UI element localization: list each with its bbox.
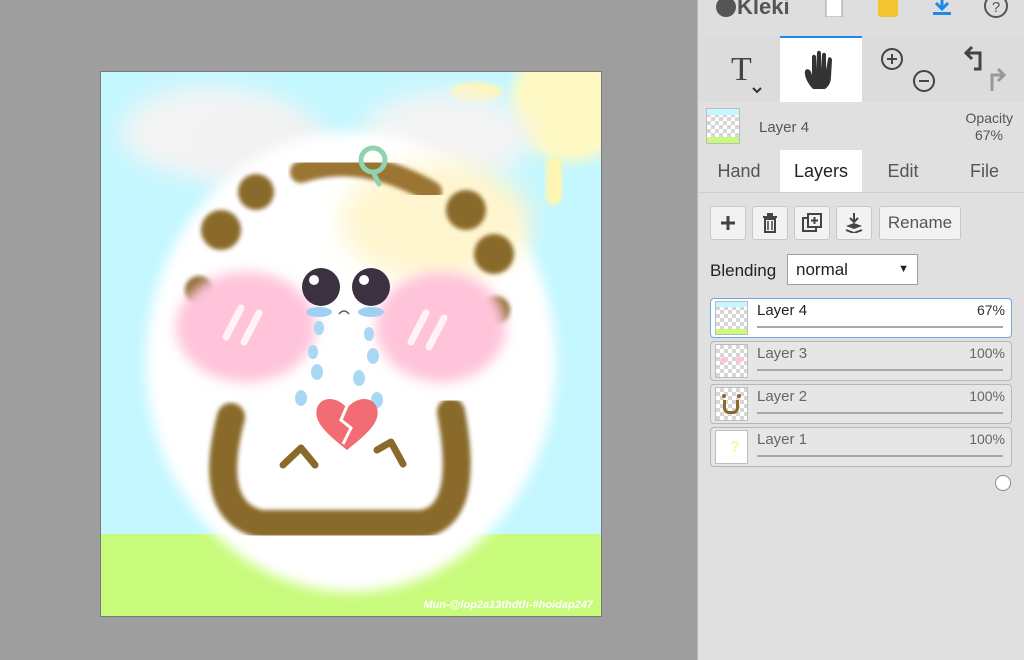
tab-edit[interactable]: Edit: [862, 150, 944, 192]
help-icon: ?: [984, 0, 1008, 18]
layer-name: Layer 1: [757, 431, 808, 448]
signature-text: Mun-@lop2a13thdth-#hoidap247: [423, 599, 593, 611]
tools-row: T: [698, 36, 1024, 102]
opacity-value: 67%: [974, 127, 1003, 143]
undo-redo-group: [963, 45, 1006, 91]
layer-opacity: 100%: [969, 431, 1005, 447]
layer-name: Layer 3: [757, 345, 808, 362]
layer-opacity: 67%: [976, 302, 1005, 318]
undo-icon[interactable]: [963, 45, 981, 71]
duplicate-layer-button[interactable]: [794, 206, 830, 240]
save-button[interactable]: [928, 0, 956, 20]
delete-layer-button[interactable]: [752, 206, 788, 240]
download-icon: [933, 0, 951, 15]
drawing-canvas[interactable]: Mun-@lop2a13thdth-#hoidap247: [100, 71, 602, 617]
new-image-icon: [825, 0, 843, 17]
layer-opacity-slider[interactable]: [757, 455, 1011, 491]
layer-row-2[interactable]: Layer 2 100%: [710, 384, 1012, 448]
layer-row-4[interactable]: Layer 4 67%: [710, 298, 1012, 362]
blending-label: Blending: [710, 261, 777, 280]
kleki-logo-icon: [716, 0, 736, 17]
open-button[interactable]: [874, 0, 902, 20]
layer-opacity-slider[interactable]: [757, 412, 1011, 448]
hand-tool-icon: [804, 50, 832, 89]
trash-icon: [763, 213, 777, 233]
tab-file[interactable]: File: [944, 150, 1024, 192]
zoom-buttons: [862, 36, 944, 102]
rename-layer-button[interactable]: Rename: [879, 206, 961, 240]
undo-redo-buttons: [944, 36, 1024, 102]
top-bar: Kleki ?: [698, 0, 1024, 37]
opacity-label: Opacity: [965, 110, 1013, 126]
new-image-button[interactable]: [820, 0, 848, 20]
layer-row-1[interactable]: ? Layer 1 100%: [710, 427, 1012, 491]
panel-tabs: Hand Layers Edit File: [698, 150, 1024, 193]
add-layer-button[interactable]: [710, 206, 746, 240]
merge-down-button[interactable]: [836, 206, 872, 240]
layer-opacity: 100%: [969, 388, 1005, 404]
app-logo: Kleki: [716, 0, 790, 20]
plus-icon: [721, 216, 735, 230]
zoom-out-icon[interactable]: [913, 70, 935, 92]
zoom-group: [881, 48, 935, 92]
tab-hand[interactable]: Hand: [698, 150, 780, 192]
layer-thumbnail: [715, 301, 748, 335]
layer-thumbnail: [715, 344, 748, 378]
layer-row-3[interactable]: Layer 3 100%: [710, 341, 1012, 405]
current-layer-name: Layer 4: [759, 119, 810, 136]
redo-icon[interactable]: [990, 67, 1006, 91]
merge-down-icon: [845, 213, 863, 233]
blending-value: normal: [796, 260, 848, 279]
open-folder-icon: [878, 0, 898, 17]
text-tool-button[interactable]: T: [698, 36, 780, 102]
layer-opacity-slider[interactable]: [757, 326, 1003, 362]
current-layer-thumbnail: [706, 108, 740, 144]
svg-text:T: T: [731, 51, 752, 88]
zoom-in-icon[interactable]: [881, 48, 903, 70]
layer-opacity-slider[interactable]: [757, 369, 1011, 405]
blending-select[interactable]: normal ▼: [787, 254, 918, 285]
layer-opacity: 100%: [969, 345, 1005, 361]
sidebar: Kleki ? T Layer 4 Opacity 67% Hand Layer…: [697, 0, 1024, 660]
current-layer-info: Layer 4 Opacity 67%: [698, 102, 1024, 150]
slider-knob[interactable]: [995, 475, 1011, 491]
hand-tool-button[interactable]: [780, 36, 862, 102]
artwork: [101, 72, 601, 616]
duplicate-icon: [802, 213, 822, 232]
help-button[interactable]: ?: [982, 0, 1010, 20]
layer-thumbnail: ?: [715, 430, 748, 464]
layer-name: Layer 4: [757, 302, 808, 319]
tab-layers[interactable]: Layers: [780, 150, 862, 192]
canvas-workspace[interactable]: Mun-@lop2a13thdth-#hoidap247: [0, 0, 697, 660]
layer-thumbnail: [715, 387, 748, 421]
dropdown-arrow-icon: ▼: [898, 263, 909, 275]
text-tool-icon: T: [731, 51, 762, 94]
svg-text:?: ?: [992, 0, 1000, 16]
layer-name: Layer 2: [757, 388, 808, 405]
layers-panel: Rename Blending normal ▼ Layer 4 67% Lay…: [698, 193, 1024, 660]
